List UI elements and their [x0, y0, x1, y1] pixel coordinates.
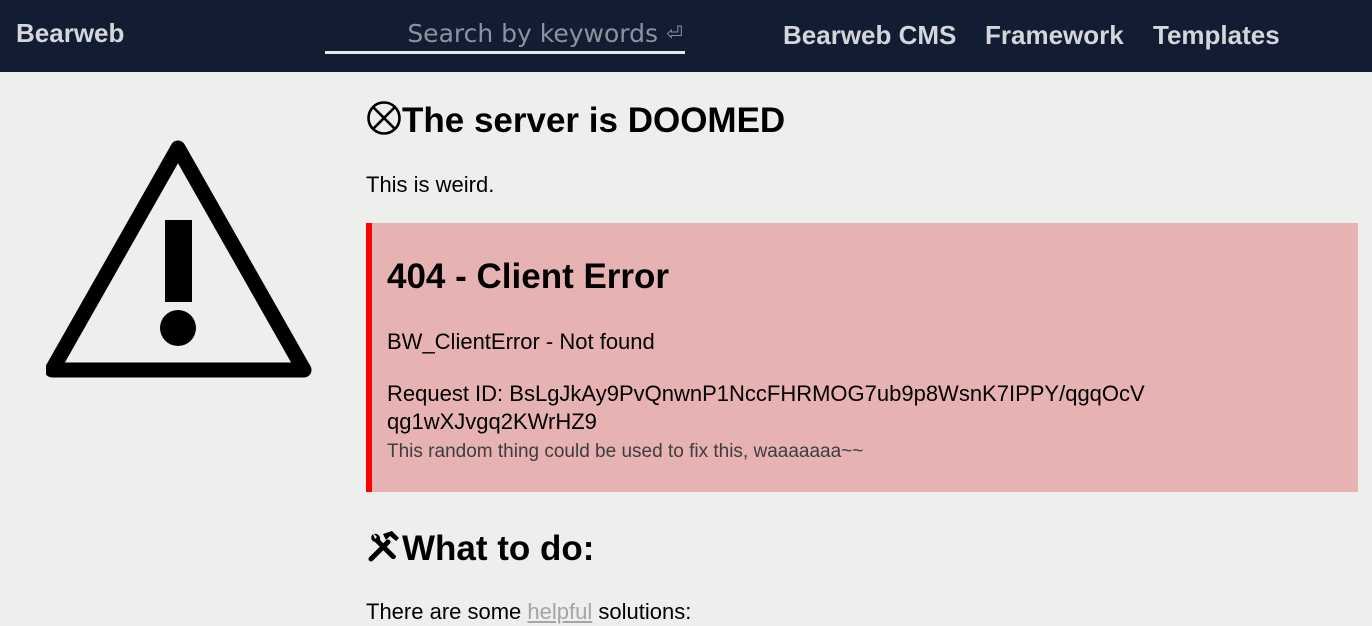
- solutions-after: solutions:: [592, 599, 692, 624]
- circle-x-icon: [366, 100, 402, 136]
- enter-key-icon[interactable]: ⏎: [666, 20, 683, 46]
- brand-logo-link[interactable]: Bearweb: [16, 17, 124, 49]
- request-id-note: This random thing could be used to fix t…: [387, 441, 864, 462]
- search-box: ⏎: [325, 16, 685, 54]
- page-title-text: The server is DOOMED: [402, 101, 786, 140]
- warning-triangle-icon: [44, 140, 312, 380]
- error-title: 404 - Client Error: [387, 257, 670, 296]
- error-panel: 404 - Client Error BW_ClientError - Not …: [366, 223, 1358, 492]
- solutions-text: There are some helpful solutions:: [366, 598, 691, 626]
- what-to-do-text: What to do:: [402, 529, 595, 568]
- request-id: Request ID: BsLgJkAy9PvQnwnP1NccFHRMOG7u…: [387, 380, 1147, 436]
- request-id-label: Request ID:: [387, 381, 510, 406]
- error-type: BW_ClientError - Not found: [387, 329, 655, 354]
- solutions-before: There are some: [366, 599, 528, 624]
- top-navigation-bar: Bearweb ⏎ Bearweb CMS Framework Template…: [0, 0, 1372, 72]
- nav-link-bearweb-cms[interactable]: Bearweb CMS: [783, 18, 956, 52]
- helpful-link[interactable]: helpful: [527, 599, 592, 624]
- intro-text: This is weird.: [366, 172, 495, 197]
- hammer-wrench-icon: [366, 528, 402, 564]
- what-to-do-heading: What to do:: [366, 528, 594, 569]
- page-title: The server is DOOMED: [366, 100, 785, 141]
- nav-link-templates[interactable]: Templates: [1153, 18, 1280, 52]
- search-input[interactable]: [325, 16, 658, 50]
- nav-link-framework[interactable]: Framework: [985, 18, 1124, 52]
